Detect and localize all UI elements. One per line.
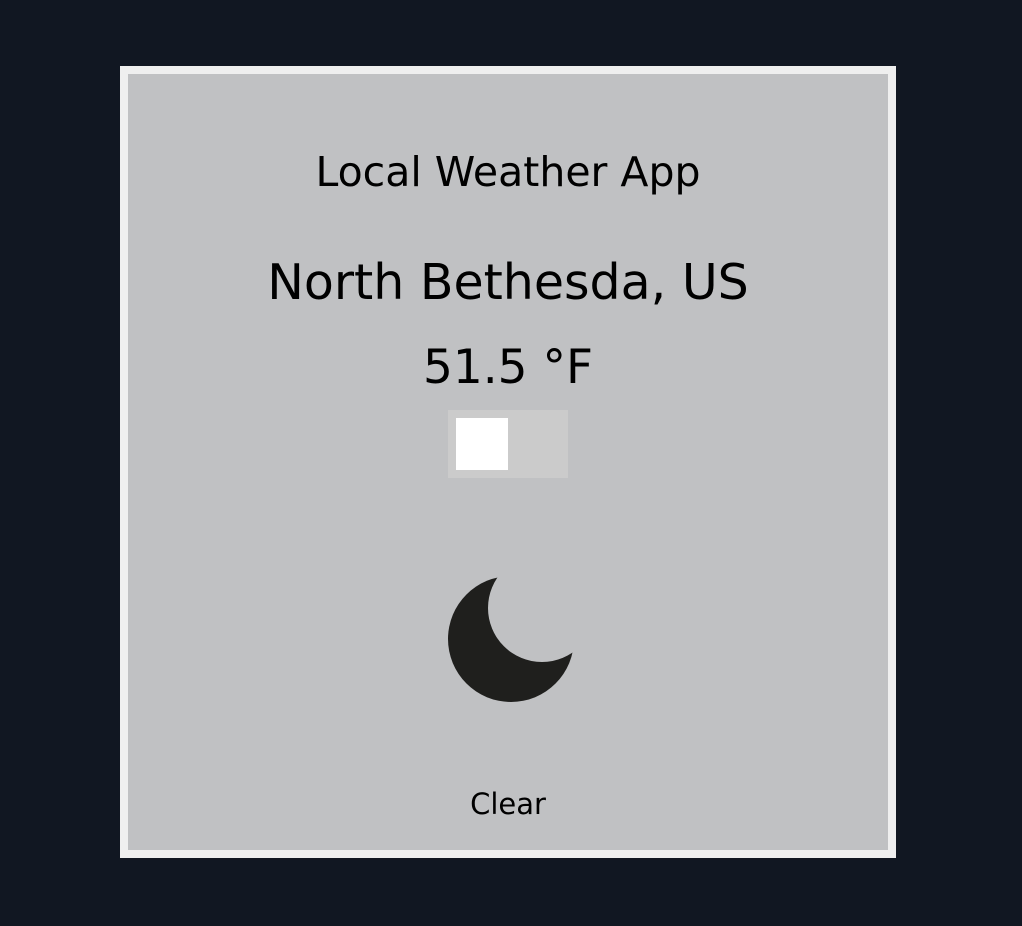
- toggle-knob[interactable]: [456, 418, 508, 470]
- temperature-value: 51.5 °F: [422, 340, 594, 395]
- moon-icon: [448, 576, 574, 702]
- weather-condition: Clear: [470, 787, 546, 821]
- location-name: North Bethesda, US: [267, 254, 749, 311]
- unit-toggle[interactable]: [448, 410, 568, 478]
- app-title: Local Weather App: [315, 148, 701, 196]
- weather-card: Local Weather App North Bethesda, US 51.…: [120, 66, 896, 858]
